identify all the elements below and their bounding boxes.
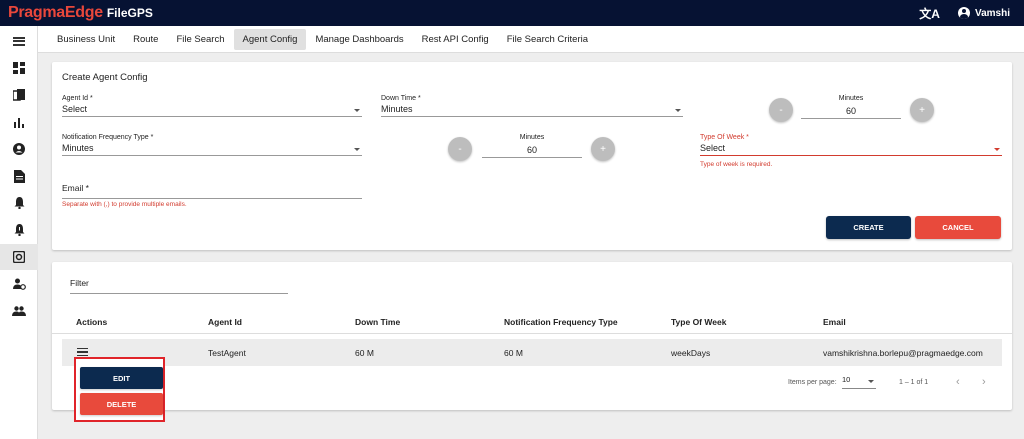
cell-email: vamshikrishna.borlepu@pragmaedge.com: [823, 348, 983, 358]
cell-down-time: 60 M: [355, 348, 374, 358]
column-header-agent-id[interactable]: Agent Id: [208, 317, 242, 327]
tab-manage-dashboards[interactable]: Manage Dashboards: [306, 29, 412, 50]
dashboard-icon[interactable]: [0, 55, 38, 81]
column-header-down-time[interactable]: Down Time: [355, 317, 400, 327]
type-of-week-value: Select: [700, 143, 726, 153]
chevron-down-icon: [868, 380, 874, 383]
column-header-actions[interactable]: Actions: [76, 317, 107, 327]
chevron-down-icon: [675, 109, 681, 112]
cell-agent-id: TestAgent: [208, 348, 246, 358]
user-settings-icon[interactable]: [0, 271, 38, 297]
sidebar: [0, 26, 38, 439]
email-label: Email *: [62, 183, 89, 193]
agent-id-select[interactable]: Agent Id * Select: [62, 95, 362, 117]
type-of-week-error: Type of week is required.: [700, 161, 773, 168]
copy-files-icon[interactable]: [0, 82, 38, 108]
brand-name: PragmaEdge: [8, 4, 103, 21]
down-minutes-label: Minutes: [838, 95, 864, 102]
settings-icon[interactable]: [0, 244, 38, 270]
notification-frequency-type-select[interactable]: Notification Frequency Type * Minutes: [62, 134, 362, 156]
cell-type-of-week: weekDays: [671, 348, 711, 358]
type-of-week-label: Type Of Week *: [700, 134, 749, 141]
user-name: Vamshi: [974, 7, 1010, 19]
down-time-select[interactable]: Down Time * Minutes: [381, 95, 683, 117]
notif-minutes-decrement-button[interactable]: -: [448, 137, 472, 161]
document-icon[interactable]: [0, 163, 38, 189]
down-minutes-decrement-button[interactable]: -: [769, 98, 793, 122]
notification-frequency-type-label: Notification Frequency Type *: [62, 134, 154, 141]
down-minutes-increment-button[interactable]: +: [910, 98, 934, 122]
notification-icon[interactable]: [0, 190, 38, 216]
group-icon[interactable]: [0, 298, 38, 324]
create-agent-config-card: Create Agent Config Agent Id * Select Do…: [52, 62, 1012, 250]
email-hint: Separate with (,) to provide multiple em…: [62, 201, 187, 208]
product-name: FileGPS: [106, 6, 153, 20]
top-app-bar: PragmaEdge FileGPS 文A Vamshi: [0, 0, 1024, 26]
notif-minutes-label: Minutes: [519, 134, 545, 141]
menu-icon[interactable]: [0, 28, 38, 54]
notification-frequency-type-value: Minutes: [62, 143, 94, 153]
tab-file-search-criteria[interactable]: File Search Criteria: [498, 29, 597, 50]
agent-id-label: Agent Id *: [62, 95, 93, 102]
create-button[interactable]: CREATE: [826, 216, 911, 239]
tab-business-unit[interactable]: Business Unit: [48, 29, 124, 50]
items-per-page-select[interactable]: 10: [842, 375, 876, 389]
notif-minutes-increment-button[interactable]: +: [591, 137, 615, 161]
down-time-label: Down Time *: [381, 95, 421, 102]
tab-file-search[interactable]: File Search: [167, 29, 233, 50]
row-action-menu: EDIT DELETE: [74, 357, 165, 422]
chevron-down-icon: [354, 109, 360, 112]
alert-bell-icon[interactable]: [0, 217, 38, 243]
table-row: TestAgent 60 M 60 M weekDays vamshikrish…: [62, 339, 1002, 366]
account-icon: [957, 7, 970, 19]
agent-config-table-card: Filter Actions Agent Id Down Time Notifi…: [52, 262, 1012, 410]
translate-icon[interactable]: 文A: [919, 5, 940, 22]
down-minutes-value: 60: [845, 106, 856, 116]
down-time-value: Minutes: [381, 104, 413, 114]
notif-minutes-value: 60: [526, 145, 537, 155]
cell-notification-frequency-type: 60 M: [504, 348, 523, 358]
row-actions-menu-icon[interactable]: [77, 348, 88, 356]
chevron-down-icon: [354, 148, 360, 151]
column-header-notification-frequency-type[interactable]: Notification Frequency Type: [504, 317, 618, 327]
items-per-page-label: Items per page:: [788, 379, 837, 386]
items-per-page-value: 10: [842, 375, 851, 384]
tab-route[interactable]: Route: [124, 29, 167, 50]
section-title: Create Agent Config: [62, 72, 148, 83]
filter-label: Filter: [70, 278, 89, 288]
previous-page-icon[interactable]: ‹: [956, 376, 960, 388]
bar-chart-icon[interactable]: [0, 109, 38, 135]
type-of-week-select[interactable]: Type Of Week * Select: [700, 134, 1002, 156]
column-header-email[interactable]: Email: [823, 317, 846, 327]
notif-minutes-field[interactable]: Minutes 60: [482, 134, 582, 158]
agent-id-value: Select: [62, 104, 88, 114]
email-field[interactable]: Email *: [62, 183, 362, 199]
tab-rest-api-config[interactable]: Rest API Config: [413, 29, 498, 50]
next-page-icon[interactable]: ›: [982, 376, 986, 388]
cancel-button[interactable]: CANCEL: [915, 216, 1001, 239]
down-minutes-field[interactable]: Minutes 60: [801, 95, 901, 119]
account-circle-icon[interactable]: [0, 136, 38, 162]
app-logo[interactable]: PragmaEdge FileGPS: [8, 4, 153, 22]
page-range: 1 – 1 of 1: [899, 379, 929, 386]
delete-button[interactable]: DELETE: [80, 393, 163, 415]
filter-input[interactable]: Filter: [70, 278, 288, 294]
column-header-type-of-week[interactable]: Type Of Week: [671, 317, 726, 327]
table-header: Actions Agent Id Down Time Notification …: [52, 310, 1012, 334]
user-menu[interactable]: Vamshi: [957, 7, 1010, 19]
edit-button[interactable]: EDIT: [80, 367, 163, 389]
tab-bar: Business Unit Route File Search Agent Co…: [38, 26, 1024, 53]
chevron-down-icon: [994, 148, 1000, 151]
tab-agent-config[interactable]: Agent Config: [233, 28, 307, 50]
